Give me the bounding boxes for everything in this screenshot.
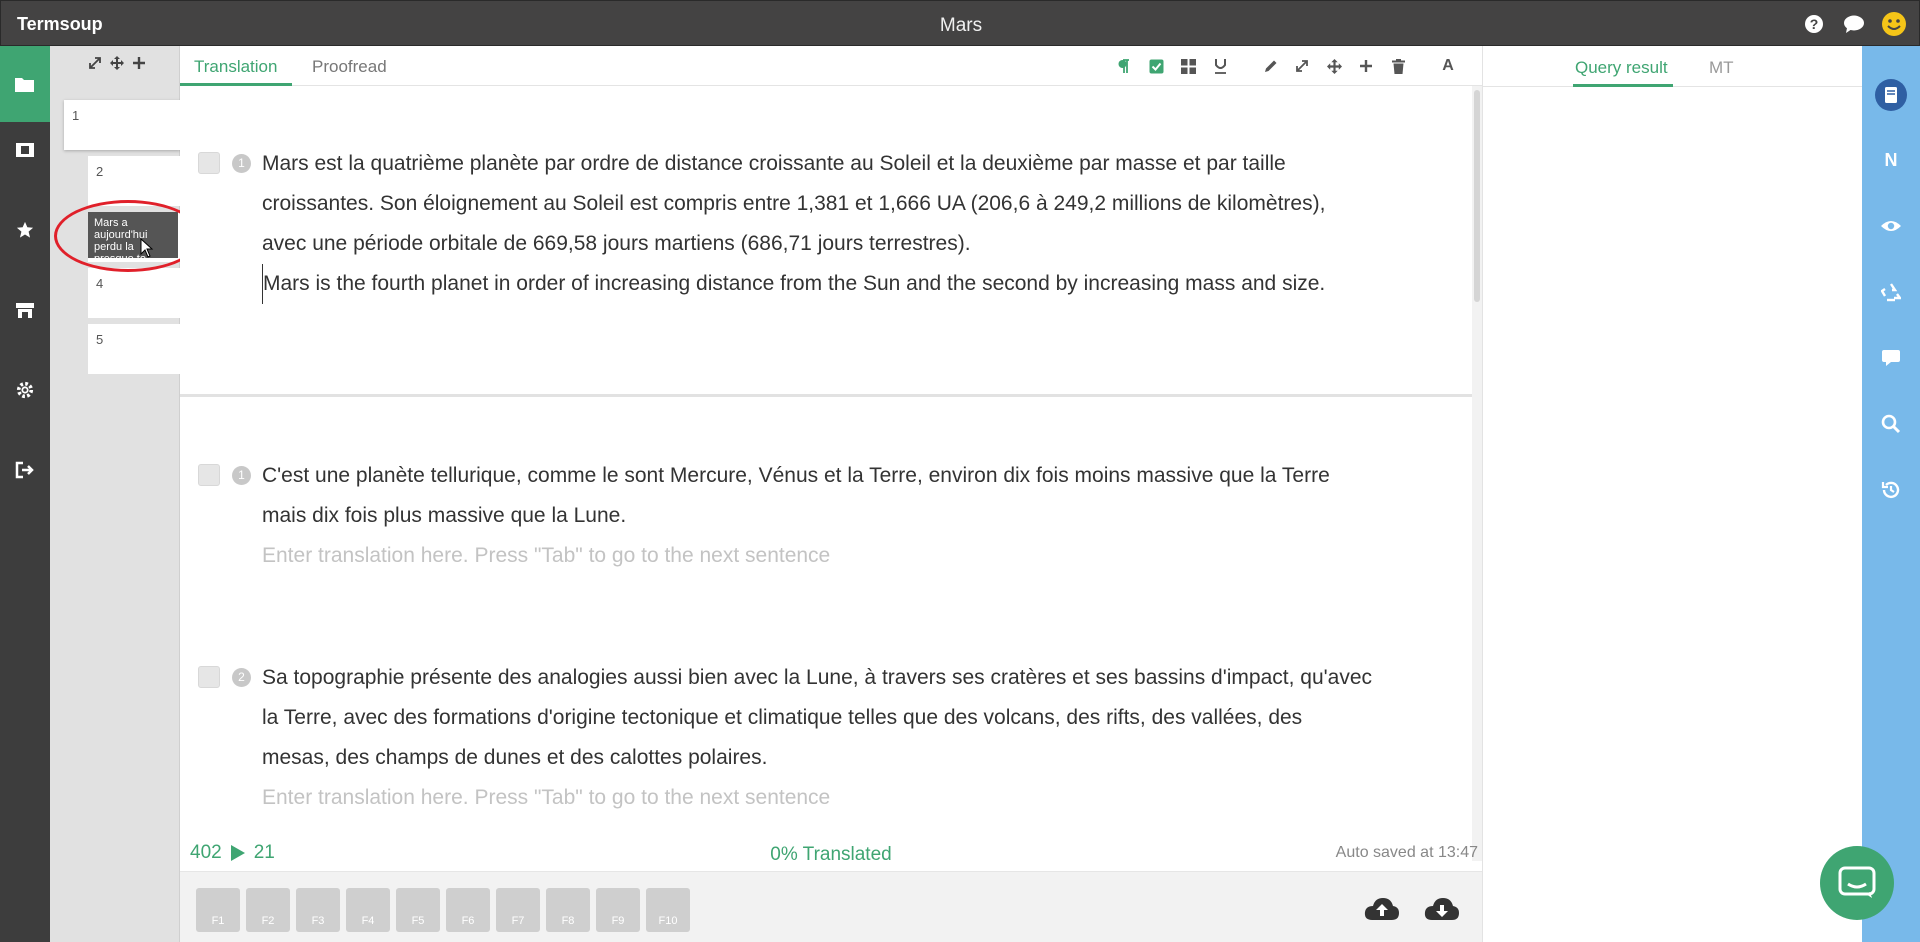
editor-toolbar: A bbox=[1108, 55, 1464, 77]
editor-scrollbar-thumb[interactable] bbox=[1474, 90, 1480, 302]
f7-button[interactable]: F7 bbox=[496, 888, 540, 932]
help-icon[interactable]: ? bbox=[1801, 11, 1827, 37]
trash-icon[interactable] bbox=[1382, 55, 1414, 77]
query-panel: Query result MT bbox=[1482, 46, 1863, 942]
source-text: Sa topographie présente des analogies au… bbox=[262, 666, 1372, 769]
n-icon[interactable]: N bbox=[1862, 140, 1920, 180]
logout-icon[interactable] bbox=[0, 450, 50, 490]
add-icon[interactable] bbox=[1350, 55, 1382, 77]
segment-index-badge: 2 bbox=[232, 668, 251, 687]
star-icon[interactable] bbox=[0, 210, 50, 250]
tab-mt[interactable]: MT bbox=[1709, 58, 1734, 78]
collapse-icon[interactable] bbox=[88, 56, 102, 75]
thumbnail-number: 4 bbox=[96, 276, 104, 291]
upload-icon[interactable] bbox=[1364, 896, 1400, 927]
source-text: C'est une planète tellurique, comme le s… bbox=[262, 464, 1330, 527]
gear-icon[interactable] bbox=[0, 370, 50, 410]
function-key-bar: F1 F2 F3 F4 F5 F6 F7 F8 F9 F10 bbox=[180, 871, 1482, 942]
recycle-icon[interactable] bbox=[1862, 272, 1920, 312]
segment-checkbox[interactable] bbox=[198, 464, 220, 486]
film-icon[interactable] bbox=[0, 130, 50, 170]
f8-button[interactable]: F8 bbox=[546, 888, 590, 932]
paragraph-icon[interactable] bbox=[1108, 55, 1140, 77]
status-bar: 402 21 0% Translated Auto saved at 13:47 bbox=[180, 842, 1482, 872]
f6-button[interactable]: F6 bbox=[446, 888, 490, 932]
svg-text:?: ? bbox=[1810, 16, 1819, 32]
thumbnail-2[interactable]: 2 bbox=[88, 156, 180, 206]
tabs-divider bbox=[1483, 86, 1863, 87]
active-tab-indicator bbox=[180, 83, 292, 86]
compress-icon[interactable] bbox=[1286, 55, 1318, 77]
source-text: Mars est la quatrième planète par ordre … bbox=[262, 152, 1326, 255]
target-text-input[interactable]: Enter translation here. Press "Tab" to g… bbox=[262, 778, 1372, 818]
f5-button[interactable]: F5 bbox=[396, 888, 440, 932]
pencil-icon[interactable] bbox=[1254, 55, 1286, 77]
mouse-cursor-icon bbox=[140, 237, 154, 263]
thumbnail-4[interactable]: 4 bbox=[88, 268, 180, 318]
segment-index-badge: 1 bbox=[232, 154, 251, 173]
top-bar: Termsoup Mars ? bbox=[0, 0, 1920, 46]
segment-thumbnails: 1 2 3 4 5 bbox=[50, 46, 180, 942]
editor-panel: Translation Proofread A 1 Mars est la qu… bbox=[180, 46, 1482, 942]
chat-widget-button[interactable] bbox=[1820, 846, 1894, 920]
grid-icon[interactable] bbox=[1172, 55, 1204, 77]
thumbnail-number: 1 bbox=[72, 108, 80, 123]
download-icon[interactable] bbox=[1424, 896, 1460, 927]
thumbnail-5[interactable]: 5 bbox=[88, 324, 180, 374]
add-icon[interactable] bbox=[132, 56, 146, 75]
store-icon[interactable] bbox=[0, 290, 50, 330]
chat-widget-icon bbox=[1838, 866, 1876, 898]
font-size-icon[interactable]: A bbox=[1432, 55, 1464, 77]
smiley-icon[interactable] bbox=[1881, 11, 1907, 37]
top-icons: ? bbox=[1801, 11, 1907, 37]
tab-translation[interactable]: Translation bbox=[194, 57, 277, 77]
history-icon[interactable] bbox=[1862, 470, 1920, 510]
eye-icon[interactable] bbox=[1862, 206, 1920, 246]
search-icon[interactable] bbox=[1862, 404, 1920, 444]
move-icon[interactable] bbox=[1318, 55, 1350, 77]
active-tab-indicator bbox=[1573, 84, 1673, 87]
move-icon[interactable] bbox=[110, 56, 124, 75]
folder-icon[interactable] bbox=[0, 46, 50, 122]
left-nav bbox=[0, 46, 50, 942]
thumbnail-number: 2 bbox=[96, 164, 104, 179]
tab-query-result[interactable]: Query result bbox=[1575, 58, 1668, 78]
f3-button[interactable]: F3 bbox=[296, 888, 340, 932]
f4-button[interactable]: F4 bbox=[346, 888, 390, 932]
f9-button[interactable]: F9 bbox=[596, 888, 640, 932]
app-window: Termsoup Mars ? 1 2 4 5 Mars a aujourd'h… bbox=[0, 0, 1920, 942]
target-text-input[interactable]: Enter translation here. Press "Tab" to g… bbox=[262, 536, 1372, 576]
thumbnail-tools bbox=[88, 56, 146, 75]
book-icon[interactable] bbox=[1862, 74, 1920, 116]
segment-checkbox[interactable] bbox=[198, 666, 220, 688]
f1-button[interactable]: F1 bbox=[196, 888, 240, 932]
target-text-input[interactable]: Mars is the fourth planet in order of in… bbox=[262, 264, 1372, 304]
document-title: Mars bbox=[939, 15, 983, 36]
segment-index-badge: 1 bbox=[232, 466, 251, 485]
f10-button[interactable]: F10 bbox=[646, 888, 690, 932]
autosave-status: Auto saved at 13:47 bbox=[1335, 844, 1478, 861]
tab-proofread[interactable]: Proofread bbox=[312, 57, 387, 77]
right-nav: N bbox=[1862, 46, 1920, 942]
segment-divider bbox=[180, 394, 1472, 397]
comment-icon[interactable] bbox=[1862, 338, 1920, 378]
font-label: A bbox=[1442, 57, 1454, 74]
editor-tabs: Translation Proofread A bbox=[180, 46, 1482, 86]
thumbnail-number: 5 bbox=[96, 332, 104, 347]
f2-button[interactable]: F2 bbox=[246, 888, 290, 932]
check-icon[interactable] bbox=[1140, 55, 1172, 77]
segment-checkbox[interactable] bbox=[198, 152, 220, 174]
chat-icon[interactable] bbox=[1841, 11, 1867, 37]
translated-percent: 0% Translated bbox=[770, 844, 892, 865]
underline-icon[interactable] bbox=[1204, 55, 1236, 77]
thumbnail-1[interactable]: 1 bbox=[64, 100, 180, 150]
